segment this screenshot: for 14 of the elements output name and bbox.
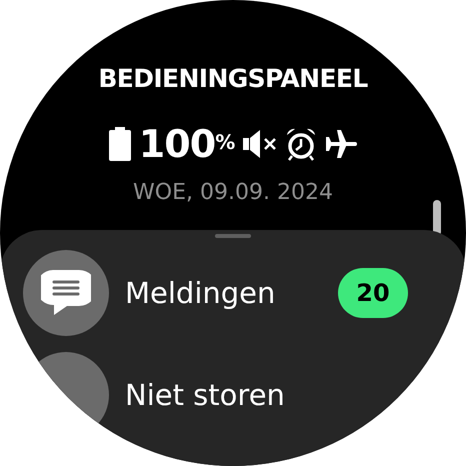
scrollbar-thumb: [433, 200, 441, 236]
count-badge: 20: [338, 268, 408, 318]
battery-icon: [108, 127, 131, 161]
battery-percentage: 100: [138, 124, 216, 164]
alarm-clock-icon: [285, 127, 318, 161]
menu-item-label[interactable]: Meldingen: [125, 275, 338, 311]
airplane-icon: [325, 129, 358, 159]
chat-bubble-icon: [41, 270, 91, 316]
drag-handle[interactable]: [215, 234, 251, 238]
date-text: WOE, 09.09. 2024: [133, 179, 333, 207]
muted-speaker-icon: [243, 129, 278, 159]
menu-item-label[interactable]: Niet storen: [125, 377, 408, 413]
percent-sign: %: [215, 131, 236, 153]
screen-title: BEDIENINGSPANEEL: [98, 63, 368, 95]
